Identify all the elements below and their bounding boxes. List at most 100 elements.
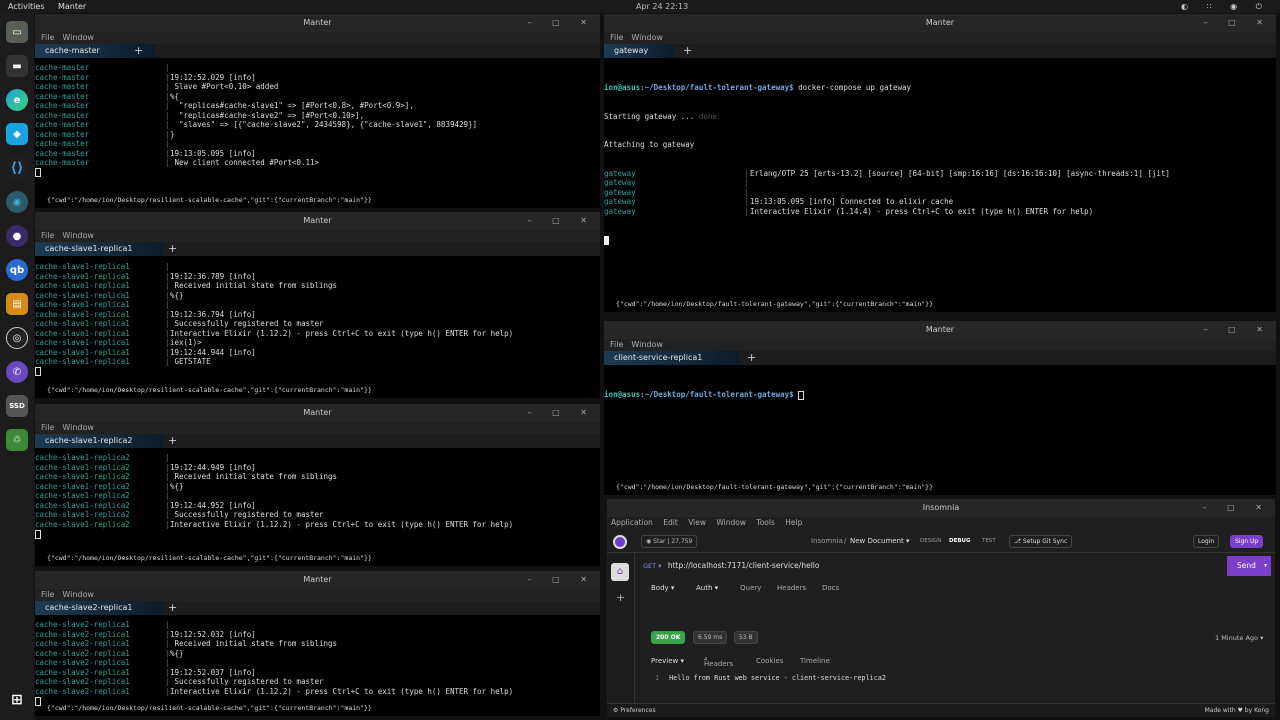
gear-icon: ⚙ xyxy=(613,707,619,714)
tab-docs[interactable]: Docs xyxy=(822,584,839,592)
viber-icon[interactable]: ✆ xyxy=(6,361,28,383)
edge-dev-icon[interactable]: e xyxy=(6,89,28,111)
terminal-cursor xyxy=(798,390,805,400)
menu-window[interactable]: Window xyxy=(631,340,663,349)
history-dropdown[interactable]: 1 Minute Ago ▾ xyxy=(1215,634,1263,642)
line-message: %{ xyxy=(170,91,180,101)
url-input[interactable]: http://localhost:7171/client-service/hel… xyxy=(668,561,820,570)
tab-cache-slave2-replica1[interactable]: cache-slave2-replica1 xyxy=(35,601,163,615)
window-controls[interactable]: – □ ✕ xyxy=(1203,499,1271,517)
line-separator: | xyxy=(165,271,170,281)
tab-cookies[interactable]: Cookies xyxy=(756,657,783,665)
menu-window[interactable]: Window xyxy=(631,33,663,42)
menu-window[interactable]: Window xyxy=(62,231,94,240)
menu-bar: File Window xyxy=(35,230,600,242)
menu-application[interactable]: Application xyxy=(611,518,653,527)
tab-auth[interactable]: Auth ▾ xyxy=(696,584,718,592)
tab-headers[interactable]: Headers xyxy=(777,584,806,592)
line-separator: | xyxy=(165,148,170,158)
menu-view[interactable]: View xyxy=(688,518,706,527)
terminal-window-cache-master: Manter – □ ✕ File Window cache-master + ca… xyxy=(35,14,600,208)
mode-debug[interactable]: DEBUG xyxy=(949,538,971,544)
system-tray[interactable]: ◐ ∷ ◉ ⏻ xyxy=(1181,0,1270,13)
menu-help[interactable]: Help xyxy=(785,518,802,527)
menu-window[interactable]: Window xyxy=(62,33,94,42)
mode-test[interactable]: TEST xyxy=(982,538,996,544)
footer: ⚙ Preferences Made with ♥ by Kong xyxy=(607,703,1275,717)
response-body[interactable]: 1 Hello from Rust web service - client-se… xyxy=(655,674,886,682)
menu-edit[interactable]: Edit xyxy=(663,518,678,527)
window-controls[interactable]: – □ ✕ xyxy=(528,212,596,230)
box-icon[interactable]: ◆ xyxy=(6,123,28,145)
tab-client-service-replica1[interactable]: client-service-replica1 xyxy=(604,351,739,365)
terminal-icon[interactable]: ▬ xyxy=(6,55,28,77)
terminal-output[interactable]: ion@asus:~/Desktop/fault-tolerant-gatewa… xyxy=(604,371,1276,419)
ssd-icon[interactable]: SSD xyxy=(6,395,28,417)
new-tab-button[interactable]: + xyxy=(747,351,756,364)
obs-icon[interactable]: ◎ xyxy=(6,327,28,349)
tab-body[interactable]: Body ▾ xyxy=(651,584,674,592)
github-star-button[interactable]: ◉ Star | 27,759 xyxy=(641,535,698,548)
terminal-cursor xyxy=(35,367,41,376)
menu-file[interactable]: File xyxy=(41,423,54,432)
new-tab-button[interactable]: + xyxy=(683,44,692,57)
workspace-link[interactable]: Insomnia xyxy=(811,537,843,545)
tab-timeline[interactable]: Timeline xyxy=(800,657,830,665)
tab-preview[interactable]: Preview ▾ xyxy=(651,657,684,665)
app-menu[interactable]: Manter xyxy=(58,0,86,13)
trash-icon[interactable]: ♲ xyxy=(6,429,28,451)
home-icon[interactable]: ⌂ xyxy=(611,563,629,581)
tab-response-headers[interactable]: Headers 4 xyxy=(704,657,733,668)
add-icon[interactable]: + xyxy=(616,591,625,604)
terminal-output[interactable]: ion@asus:~/Desktop/fault-tolerant-gatewa… xyxy=(604,64,1276,264)
files-icon[interactable]: ▭ xyxy=(6,21,28,43)
window-controls[interactable]: – □ ✕ xyxy=(1204,321,1272,339)
tab-cache-slave1-replica2[interactable]: cache-slave1-replica2 xyxy=(35,434,163,448)
new-tab-button[interactable]: + xyxy=(168,601,177,614)
menu-file[interactable]: File xyxy=(41,231,54,240)
show-apps-icon[interactable]: ⊞ xyxy=(6,689,28,711)
new-tab-button[interactable]: + xyxy=(168,434,177,447)
window-controls[interactable]: – □ ✕ xyxy=(528,404,596,422)
signup-button[interactable]: Sign Up xyxy=(1230,535,1264,548)
menu-window[interactable]: Window xyxy=(62,590,94,599)
tab-query[interactable]: Query xyxy=(740,584,761,592)
menu-file[interactable]: File xyxy=(41,33,54,42)
tab-gateway[interactable]: gateway xyxy=(604,44,674,58)
terminal-output[interactable]: cache-master | cache-master | 19:12:52.029 [… xyxy=(35,63,600,177)
method-select[interactable]: GET ▾ xyxy=(643,562,661,570)
git-sync-button[interactable]: ⎇ Setup Git Sync xyxy=(1009,535,1073,548)
insomnia-icon[interactable]: ◉ xyxy=(6,191,28,213)
insomnia-logo-icon[interactable] xyxy=(613,535,627,549)
menu-file[interactable]: File xyxy=(41,590,54,599)
new-tab-button[interactable]: + xyxy=(134,44,143,57)
new-tab-button[interactable]: + xyxy=(168,242,177,255)
terminal-line: cache-slave1-replica2 | 19:12:44.949 [info… xyxy=(35,463,600,473)
menu-window[interactable]: Window xyxy=(716,518,746,527)
tab-cache-slave1-replica1[interactable]: cache-slave1-replica1 xyxy=(35,242,163,256)
send-button[interactable]: Send ▾ xyxy=(1227,556,1271,576)
document-dropdown[interactable]: New Document ▾ xyxy=(850,537,910,545)
menu-tools[interactable]: Tools xyxy=(756,518,774,527)
vscode-icon[interactable]: ⟨⟩ xyxy=(6,157,28,179)
preferences-link[interactable]: ⚙ Preferences xyxy=(613,704,656,718)
window-controls[interactable]: – □ ✕ xyxy=(1204,14,1272,32)
window-controls[interactable]: – □ ✕ xyxy=(528,14,596,32)
window-controls[interactable]: – □ ✕ xyxy=(528,571,596,589)
media-icon[interactable]: ▤ xyxy=(6,293,28,315)
menu-window[interactable]: Window xyxy=(62,423,94,432)
clock[interactable]: Apr 24 22:13 xyxy=(636,0,688,13)
menu-file[interactable]: File xyxy=(610,33,623,42)
menu-bar: File Window xyxy=(35,422,600,434)
menu-file[interactable]: File xyxy=(610,340,623,349)
mode-design[interactable]: DESIGN xyxy=(920,538,941,544)
terminal-output[interactable]: cache-slave2-replica1 | cache-slave2-repli… xyxy=(35,620,600,706)
tor-icon[interactable]: ● xyxy=(6,225,28,247)
activities-button[interactable]: Activities xyxy=(8,0,45,13)
terminal-output[interactable]: cache-slave1-replica1 | cache-slave1-repli… xyxy=(35,262,600,376)
terminal-line: cache-slave1-replica1 | 19:12:36.794 [info… xyxy=(35,310,600,320)
terminal-output[interactable]: cache-slave1-replica2 | cache-slave1-repli… xyxy=(35,453,600,539)
send-dropdown-icon[interactable]: ▾ xyxy=(1264,556,1267,576)
qbittorrent-icon[interactable]: qb xyxy=(6,259,28,281)
login-button[interactable]: Login xyxy=(1193,535,1220,548)
